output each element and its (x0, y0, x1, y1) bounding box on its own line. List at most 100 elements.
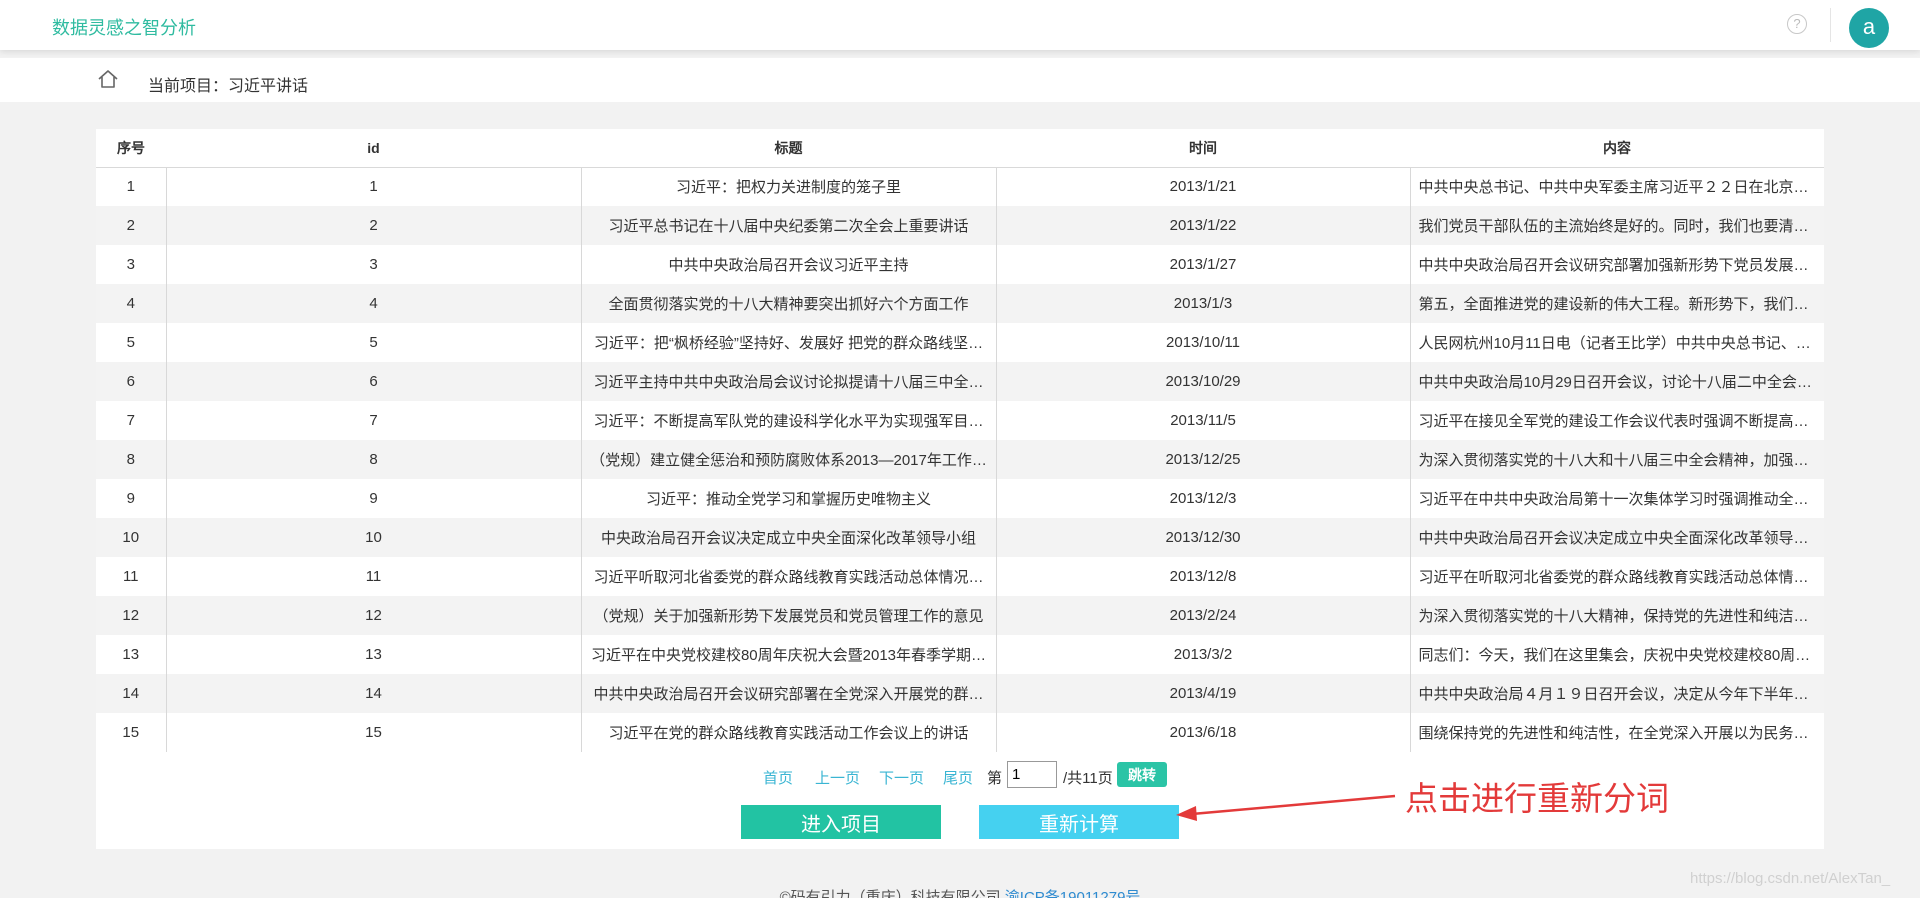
title-cell: 习近平在中央党校建校80周年庆祝大会暨2013年春季学期… (580, 635, 996, 674)
enter-project-button[interactable]: 进入项目 (741, 805, 941, 839)
content-cell: 为深入贯彻落实党的十八大精神，保持党的先进性和纯洁… (1409, 596, 1824, 635)
content-cell: 习近平在听取河北省委党的群众路线教育实践活动总体情… (1409, 557, 1824, 596)
seq-cell: 1 (126, 178, 135, 196)
id-cell: 12 (165, 596, 581, 635)
id-cell: 4 (165, 284, 581, 323)
table-body: 1 1 习近平：把权力关进制度的笼子里 2013/1/21 中共中央总书记、中共中央军委… (96, 167, 1824, 752)
title-cell: 习近平总书记在十八届中央纪委第二次全会上重要讲话 (580, 206, 996, 245)
data-table: 序号 id 标题 时间 内容 1 1 习近平：把权力关进制度的笼子里 2013/1/2… (96, 129, 1824, 752)
table-row[interactable]: 1 1 习近平：把权力关进制度的笼子里 2013/1/21 中共中央总书记、中共中央军委… (96, 167, 1824, 206)
watermark: https://blog.csdn.net/AlexTan_ (1690, 870, 1891, 887)
id-cell: 11 (165, 557, 581, 596)
home-icon[interactable] (97, 69, 119, 89)
table-row[interactable]: 15 15 习近平在党的群众路线教育实践活动工作会议上的讲话 2013/6/18 围绕保… (96, 713, 1824, 752)
content-cell: 围绕保持党的先进性和纯洁性，在全党深入开展以为民务… (1409, 713, 1824, 752)
table-row[interactable]: 2 2 习近平总书记在十八届中央纪委第二次全会上重要讲话 2013/1/22 我们党员干… (96, 206, 1824, 245)
content-cell: 中共中央政治局召开会议决定成立中央全面深化改革领导… (1409, 518, 1824, 557)
seq-cell: 7 (126, 412, 135, 429)
id-cell: 3 (165, 245, 581, 284)
table-row[interactable]: 4 4 全面贯彻落实党的十八大精神要突出抓好六个方面工作 2013/1/3 第五，全面推… (96, 284, 1824, 323)
title-cell: 习近平听取河北省委党的群众路线教育实践活动总体情况… (580, 557, 996, 596)
footer: ©码有引力（重庆）科技有限公司 渝ICP备19011279号 (0, 886, 1920, 898)
table-row[interactable]: 5 5 习近平：把“枫桥经验”坚持好、发展好 把党的群众路线坚… 2013/10/11… (96, 323, 1824, 362)
table-row[interactable]: 11 11 习近平听取河北省委党的群众路线教育实践活动总体情况… 2013/12/8 习… (96, 557, 1824, 596)
seq-cell: 9 (126, 490, 135, 507)
time-cell: 2013/10/29 (995, 362, 1410, 401)
top-bar: 数据灵感之智分析 ? a (0, 0, 1920, 50)
table-row[interactable]: 7 7 习近平：不断提高军队党的建设科学化水平为实现强军目… 2013/11/5 习近平… (96, 401, 1824, 440)
first-page-link[interactable]: 首页 (763, 767, 793, 788)
annotation-text: 点击进行重新分词 (1405, 780, 1669, 817)
time-cell: 2013/12/8 (995, 557, 1410, 596)
title-cell: 习近平：把“枫桥经验”坚持好、发展好 把党的群众路线坚… (580, 323, 996, 362)
page-prefix-label: 第 (987, 770, 1003, 787)
time-cell: 2013/11/5 (995, 401, 1410, 440)
topbar-divider (1830, 8, 1831, 42)
time-cell: 2013/12/25 (995, 440, 1410, 479)
content-cell: 第五，全面推进党的建设新的伟大工程。新形势下，我们… (1409, 284, 1824, 323)
time-cell: 2013/1/27 (995, 245, 1410, 284)
content-cell: 同志们：今天，我们在这里集会，庆祝中央党校建校80周… (1409, 635, 1824, 674)
id-cell: 14 (165, 674, 581, 713)
time-cell: 2013/1/21 (995, 167, 1410, 206)
content-cell: 人民网杭州10月11日电（记者王比学）中共中央总书记、… (1409, 323, 1824, 362)
seq-cell: 13 (122, 646, 140, 663)
table-row[interactable]: 10 10 中央政治局召开会议决定成立中央全面深化改革领导小组 2013/12/30 中… (96, 518, 1824, 557)
last-page-link[interactable]: 尾页 (943, 767, 973, 788)
brand-title[interactable]: 数据灵感之智分析 (52, 14, 196, 40)
seq-cell: 14 (96, 674, 166, 713)
table-row[interactable]: 13 13 习近平在中央党校建校80周年庆祝大会暨2013年春季学期… 2013/3/… (96, 635, 1824, 674)
id-cell: 9 (165, 479, 581, 518)
title-cell: 全面贯彻落实党的十八大精神要突出抓好六个方面工作 (580, 284, 996, 323)
id-cell: 5 (165, 323, 581, 362)
title-cell: 中共中央政治局召开会议研究部署在全党深入开展党的群… (580, 674, 996, 713)
title-cell: （党规）建立健全惩治和预防腐败体系2013—2017年工作… (580, 440, 996, 479)
time-cell: 2013/6/18 (995, 713, 1410, 752)
user-avatar[interactable]: a (1849, 8, 1889, 48)
id-cell: 6 (165, 362, 581, 401)
title-cell: 习近平：推动全党学习和掌握历史唯物主义 (580, 479, 996, 518)
table-row[interactable]: 3 3 中共中央政治局召开会议习近平主持 2013/1/27 中共中央政治局召开会议研究… (96, 245, 1824, 284)
seq-cell: 15 (122, 724, 140, 741)
time-cell: 2013/12/30 (995, 518, 1410, 557)
time-cell: 2013/4/19 (995, 674, 1410, 713)
main-panel: 序号 id 标题 时间 内容 1 1 习近平：把权力关进制度的笼子里 2013/1/2… (96, 129, 1824, 849)
content-cell: 中共中央政治局召开会议研究部署加强新形势下党员发展… (1409, 245, 1824, 284)
page-number-input[interactable] (1007, 761, 1057, 788)
time-cell: 2013/1/3 (995, 284, 1410, 323)
content-cell: 为深入贯彻落实党的十八大和十八届三中全会精神，加强… (1409, 440, 1824, 479)
title-cell: 中央政治局召开会议决定成立中央全面深化改革领导小组 (580, 518, 996, 557)
column-header-content: 内容 (1410, 129, 1824, 168)
seq-cell: 10 (96, 518, 166, 557)
recalculate-button[interactable]: 重新计算 (979, 805, 1179, 839)
seq-cell: 2 (96, 206, 166, 245)
total-pages-label: /共11页 (1063, 770, 1113, 787)
content-cell: 习近平在接见全军党的建设工作会议代表时强调不断提高… (1409, 401, 1824, 440)
title-cell: 习近平：把权力关进制度的笼子里 (580, 167, 996, 206)
next-page-link[interactable]: 下一页 (879, 767, 924, 788)
title-cell: 习近平在党的群众路线教育实践活动工作会议上的讲话 (580, 713, 996, 752)
content-cell: 中共中央政治局４月１９日召开会议，决定从今年下半年… (1409, 674, 1824, 713)
table-row[interactable]: 8 8 （党规）建立健全惩治和预防腐败体系2013—2017年工作… 2013/12/… (96, 440, 1824, 479)
time-cell: 2013/2/24 (995, 596, 1410, 635)
table-row[interactable]: 6 6 习近平主持中共中央政治局会议讨论拟提请十八届三中全… 2013/10/29 中共… (96, 362, 1824, 401)
icp-link[interactable]: 渝ICP备19011279号 (1005, 889, 1141, 898)
id-cell: 13 (165, 635, 581, 674)
question-circle-icon[interactable]: ? (1787, 14, 1807, 34)
table-row[interactable]: 14 14 中共中央政治局召开会议研究部署在全党深入开展党的群… 2013/4/19 中… (96, 674, 1824, 713)
seq-cell: 12 (96, 596, 166, 635)
title-cell: （党规）关于加强新形势下发展党员和党员管理工作的意见 (580, 596, 996, 635)
time-cell: 2013/3/2 (995, 635, 1410, 674)
id-cell: 7 (165, 401, 581, 440)
seq-cell: 11 (122, 568, 139, 585)
table-row[interactable]: 9 9 习近平：推动全党学习和掌握历史唯物主义 2013/12/3 习近平在中共中央政治… (96, 479, 1824, 518)
title-cell: 习近平：不断提高军队党的建设科学化水平为实现强军目… (580, 401, 996, 440)
table-row[interactable]: 12 12 （党规）关于加强新形势下发展党员和党员管理工作的意见 2013/2/24 为… (96, 596, 1824, 635)
prev-page-link[interactable]: 上一页 (815, 767, 860, 788)
seq-cell: 5 (126, 334, 135, 351)
seq-cell: 3 (126, 256, 135, 273)
id-cell: 2 (165, 206, 581, 245)
jump-button[interactable]: 跳转 (1117, 762, 1167, 787)
column-header-id: id (166, 129, 581, 168)
content-cell: 中共中央政治局10月29日召开会议，讨论十八届二中全会… (1409, 362, 1824, 401)
